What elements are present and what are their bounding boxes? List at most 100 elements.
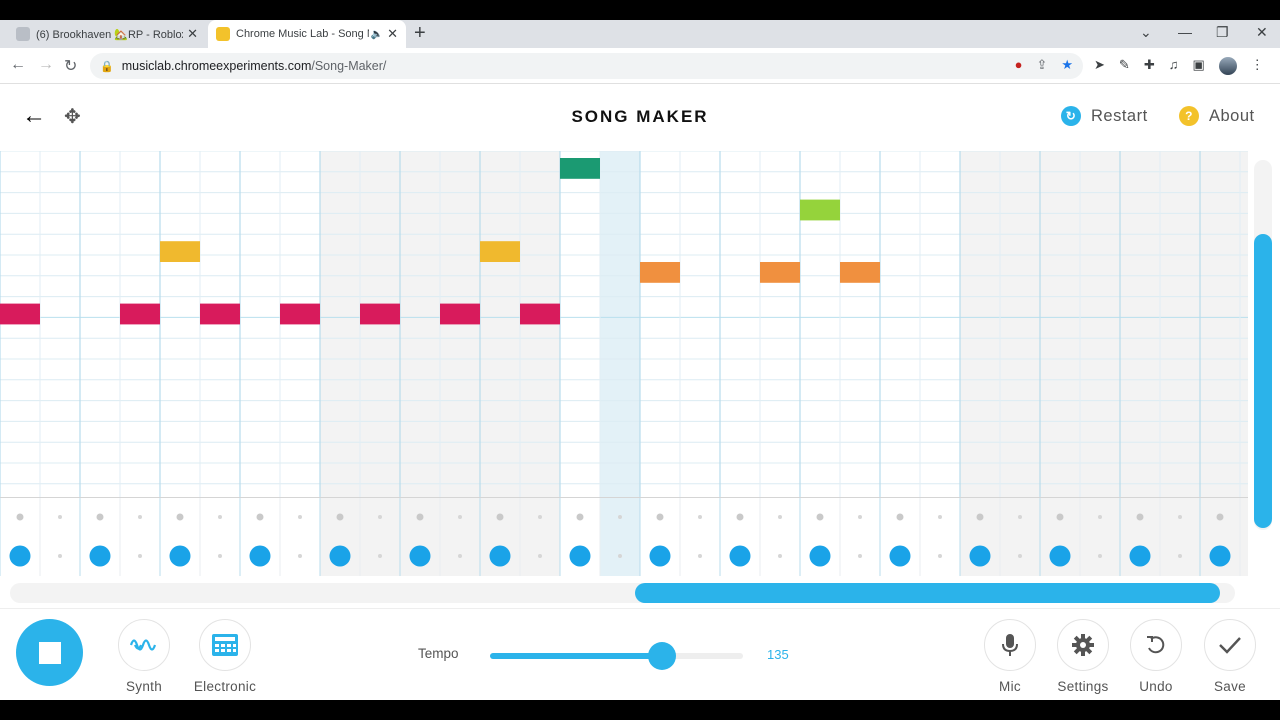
drum-machine-icon [199, 619, 251, 671]
close-icon[interactable]: ✕ [187, 26, 198, 42]
percussion-bottom-dot [218, 554, 222, 558]
song-maker-page: ← ✥ SONG MAKER ↻ Restart ? About Synth E… [0, 84, 1280, 700]
tempo-slider-fill [490, 653, 663, 659]
percussion-top-dot [736, 513, 744, 521]
back-button[interactable]: ← [10, 56, 26, 74]
extension-tool-icon[interactable]: ✎ [1119, 57, 1130, 75]
new-tab-button[interactable]: + [414, 22, 426, 45]
percussion-top-dot [58, 515, 62, 519]
melody-note [640, 262, 680, 283]
percussion-bottom-dot [1098, 554, 1102, 558]
percussion-grid[interactable] [0, 498, 1248, 576]
percussion-top-dot [938, 515, 942, 519]
playhead-column [600, 498, 640, 576]
browser-menu-icon[interactable]: ⋮ [1251, 57, 1264, 75]
percussion-beat [889, 545, 911, 567]
percussion-label: Electronic [193, 679, 257, 694]
synth-wave-icon [118, 619, 170, 671]
melody-note [480, 241, 520, 262]
melody-note [160, 241, 200, 262]
percussion-top-dot [656, 513, 664, 521]
extension-cursor-icon[interactable]: ➤ [1094, 57, 1105, 75]
bottom-letterbox [0, 700, 1280, 720]
tab-roblox[interactable]: (6) Brookhaven 🏡RP - Roblox ✕ [8, 20, 206, 48]
about-button[interactable]: ? About [1179, 106, 1255, 126]
melody-note [800, 199, 840, 221]
window-close-button[interactable]: ✕ [1256, 24, 1268, 41]
tab-search-dropdown-icon[interactable]: ⌄ [1140, 24, 1152, 41]
percussion-top-dot [176, 513, 184, 521]
undo-button[interactable]: Undo [1116, 619, 1196, 694]
melody-note [440, 303, 480, 325]
melody-note [360, 303, 400, 325]
save-button[interactable]: Save [1190, 619, 1270, 694]
settings-button[interactable]: Settings [1043, 619, 1123, 694]
vertical-scrollbar-thumb[interactable] [1254, 234, 1272, 528]
percussion-beat [1129, 545, 1151, 567]
tempo-slider-handle[interactable] [648, 642, 677, 670]
profile-avatar[interactable] [1218, 57, 1237, 75]
percussion-top-dot [298, 515, 302, 519]
minimize-button[interactable]: — [1178, 24, 1192, 40]
stop-button[interactable] [16, 619, 83, 686]
camera-blocked-icon[interactable]: ● [1015, 57, 1023, 73]
percussion-bottom-dot [618, 554, 622, 558]
restart-label: Restart [1091, 106, 1148, 125]
tab-song-maker[interactable]: Chrome Music Lab - Song Maker 🔈 ✕ [208, 20, 406, 48]
gear-icon [1057, 619, 1109, 671]
undo-label: Undo [1139, 679, 1173, 694]
bar-shading [960, 498, 1248, 576]
percussion-bottom-dot [778, 554, 782, 558]
speaker-icon[interactable]: 🔈 [371, 29, 383, 40]
mic-button[interactable]: Mic [970, 619, 1050, 694]
media-control-icon[interactable]: ♫ [1169, 57, 1179, 75]
percussion-button[interactable]: Electronic [185, 619, 265, 694]
help-icon: ? [1179, 106, 1199, 126]
tempo-value: 135 [767, 647, 789, 662]
app-header: ← ✥ SONG MAKER ↻ Restart ? About [0, 84, 1280, 150]
percussion-beat [1209, 545, 1231, 567]
percussion-top-dot [976, 513, 984, 521]
percussion-top-dot [496, 513, 504, 521]
restart-button[interactable]: ↻ Restart [1061, 106, 1148, 126]
about-label: About [1209, 106, 1255, 125]
settings-label: Settings [1057, 679, 1109, 694]
percussion-beat [969, 545, 991, 567]
percussion-beat [489, 545, 511, 567]
tab-strip: (6) Brookhaven 🏡RP - Roblox ✕ Chrome Mus… [0, 20, 1280, 48]
percussion-top-dot [538, 515, 542, 519]
percussion-top-dot [458, 515, 462, 519]
percussion-beat [1049, 545, 1071, 567]
percussion-top-dot [896, 513, 904, 521]
percussion-beat [329, 545, 351, 567]
percussion-top-dot [378, 515, 382, 519]
percussion-top-dot [778, 515, 782, 519]
melody-note [280, 303, 320, 325]
close-icon[interactable]: ✕ [387, 26, 398, 42]
percussion-top-dot [1178, 515, 1182, 519]
percussion-top-dot [1216, 513, 1224, 521]
side-panel-icon[interactable]: ▣ [1192, 57, 1204, 75]
percussion-top-dot [576, 513, 584, 521]
share-icon[interactable]: ⇪ [1036, 57, 1047, 73]
reload-button[interactable]: ↻ [64, 56, 77, 76]
percussion-beat [9, 545, 31, 567]
horizontal-scrollbar-thumb[interactable] [635, 583, 1220, 603]
instrument-button[interactable]: Synth [104, 619, 184, 694]
lock-icon[interactable]: 🔒 [100, 60, 114, 73]
percussion-top-dot [858, 515, 862, 519]
percussion-bottom-dot [698, 554, 702, 558]
percussion-top-dot [1136, 513, 1144, 521]
percussion-grid-canvas[interactable] [0, 498, 1248, 576]
music-lab-favicon-icon [216, 27, 230, 41]
maximize-button[interactable]: ❐ [1216, 24, 1229, 41]
forward-button[interactable]: → [38, 56, 54, 74]
url-field[interactable]: 🔒 musiclab.chromeexperiments.com/Song-Ma… [90, 53, 1083, 79]
extensions-puzzle-icon[interactable]: ✚ [1144, 57, 1155, 75]
percussion-beat [729, 545, 751, 567]
bookmark-star-icon[interactable]: ★ [1061, 57, 1073, 73]
tab-title: (6) Brookhaven 🏡RP - Roblox [36, 28, 184, 41]
percussion-top-dot [218, 515, 222, 519]
percussion-bottom-dot [458, 554, 462, 558]
percussion-top-dot [816, 513, 824, 521]
